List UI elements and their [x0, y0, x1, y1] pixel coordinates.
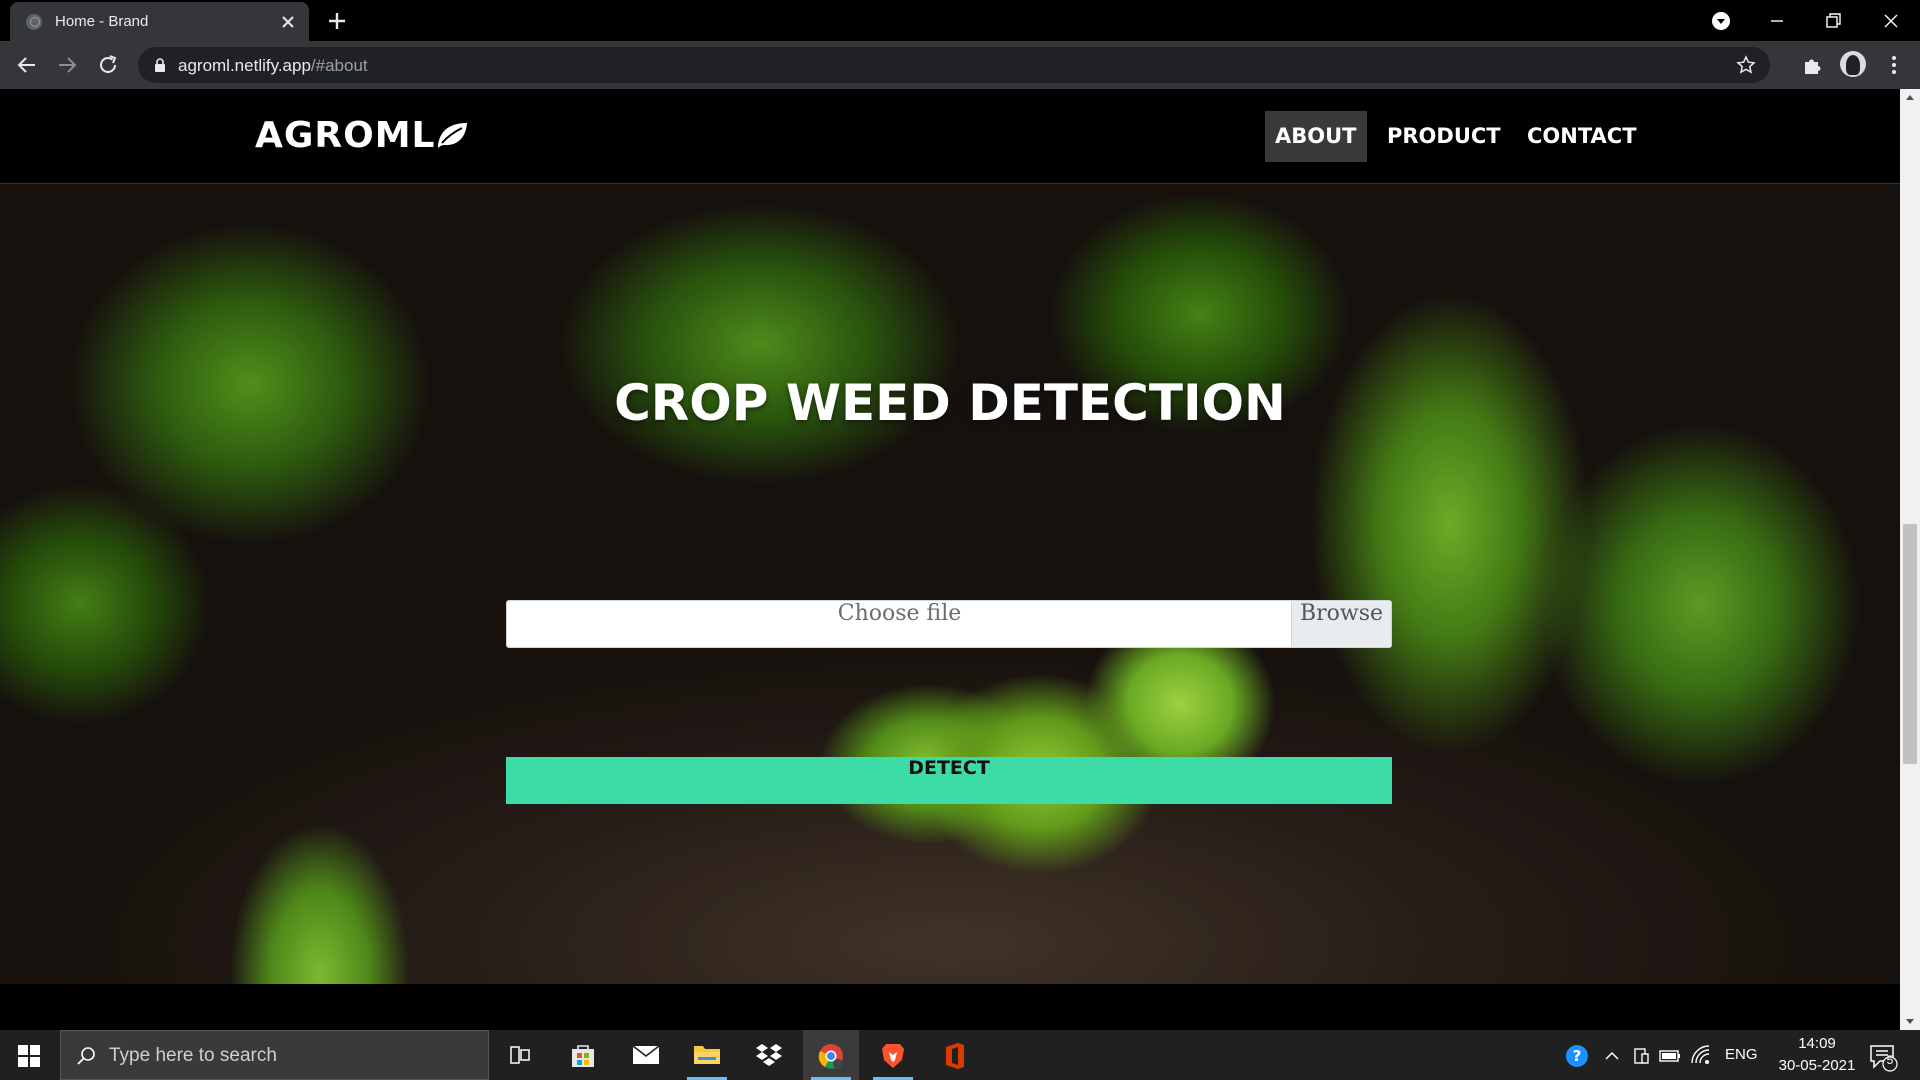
browser-tab[interactable]: Home - Brand — [10, 2, 309, 41]
file-explorer-button[interactable] — [679, 1030, 735, 1080]
mail-envelope-icon — [632, 1045, 660, 1064]
device-icon[interactable] — [1630, 1045, 1652, 1067]
dropbox-icon — [756, 1044, 782, 1066]
extensions-puzzle-icon[interactable] — [1800, 53, 1824, 77]
address-bar[interactable]: agroml.netlify.app/#about — [138, 47, 1770, 83]
office-button[interactable] — [927, 1030, 983, 1080]
brave-lion-icon — [882, 1044, 904, 1068]
nav-product[interactable]: PRODUCT — [1377, 111, 1511, 162]
task-view-icon — [510, 1046, 530, 1064]
hero-section: CROP WEED DETECTION Choose file Browse D… — [0, 184, 1900, 984]
profile-avatar[interactable] — [1840, 51, 1866, 77]
brave-button[interactable] — [865, 1030, 921, 1080]
office-icon — [946, 1043, 964, 1069]
search-icon — [77, 1047, 95, 1065]
help-icon[interactable]: ? — [1564, 1043, 1590, 1069]
svg-text:?: ? — [1573, 1047, 1582, 1065]
reload-icon[interactable] — [96, 53, 120, 77]
detect-button[interactable]: DETECT — [506, 757, 1392, 804]
folder-icon — [694, 1046, 720, 1064]
browser-toolbar: agroml.netlify.app/#about — [0, 41, 1920, 89]
wifi-icon[interactable] — [1690, 1045, 1712, 1067]
bookmark-star-icon[interactable] — [1736, 55, 1756, 75]
url-path: /#about — [310, 56, 368, 75]
url-text[interactable]: agroml.netlify.app/#about — [178, 56, 368, 76]
store-bag-icon — [572, 1045, 594, 1067]
microsoft-store-button[interactable] — [555, 1030, 611, 1080]
clock-date[interactable]: 30-05-2021 — [1768, 1057, 1866, 1074]
tab-title: Home - Brand — [55, 13, 149, 30]
windows-taskbar: Type here to search ? ENG 14:09 30-05-20… — [0, 1030, 1920, 1080]
input-language[interactable]: ENG — [1725, 1046, 1758, 1063]
profile-menu-icon[interactable] — [1708, 8, 1734, 34]
clock-time[interactable]: 14:09 — [1792, 1035, 1842, 1052]
chrome-icon — [818, 1044, 843, 1069]
taskbar-search-box[interactable]: Type here to search — [60, 1030, 489, 1080]
globe-icon — [26, 14, 42, 30]
scrollbar-thumb[interactable] — [1903, 524, 1917, 764]
browser-tab-bar: Home - Brand — [0, 0, 1920, 41]
nav-contact[interactable]: CONTACT — [1517, 111, 1647, 162]
forward-icon[interactable] — [55, 53, 79, 77]
leaf-icon — [438, 123, 467, 148]
lock-icon[interactable] — [152, 57, 168, 73]
browse-button[interactable]: Browse — [1291, 601, 1391, 647]
scroll-up-arrow-icon[interactable] — [1906, 95, 1914, 100]
taskbar-search-placeholder: Type here to search — [109, 1045, 277, 1066]
close-tab-icon[interactable] — [278, 12, 298, 32]
nav-about[interactable]: ABOUT — [1265, 111, 1367, 162]
task-view-button[interactable] — [492, 1030, 548, 1080]
back-icon[interactable] — [15, 53, 39, 77]
file-upload-input[interactable]: Choose file Browse — [506, 600, 1392, 648]
page-viewport: AGROML ABOUT PRODUCT CONTACT CROP WEED D… — [0, 89, 1900, 1030]
show-hidden-icons-chevron-icon[interactable] — [1601, 1045, 1623, 1067]
new-tab-icon[interactable] — [325, 9, 349, 33]
chrome-button[interactable] — [803, 1030, 859, 1080]
minimize-icon[interactable] — [1764, 8, 1790, 34]
restore-icon[interactable] — [1820, 8, 1846, 34]
url-host: agroml.netlify.app — [178, 56, 311, 75]
close-window-icon[interactable] — [1878, 8, 1904, 34]
page-footer-area — [0, 984, 1900, 1030]
dropbox-button[interactable] — [741, 1030, 797, 1080]
page-title: CROP WEED DETECTION — [614, 374, 1286, 432]
page-scrollbar[interactable] — [1900, 89, 1920, 1030]
battery-icon[interactable] — [1659, 1045, 1681, 1067]
browser-menu-icon[interactable] — [1882, 53, 1906, 77]
brand-logo-text[interactable]: AGROML — [255, 115, 436, 156]
site-navbar: AGROML ABOUT PRODUCT CONTACT — [0, 89, 1900, 184]
scroll-down-arrow-icon[interactable] — [1906, 1019, 1914, 1024]
notification-count-badge: 5 — [1886, 1053, 1894, 1067]
windows-start-icon[interactable] — [18, 1045, 40, 1067]
file-input-placeholder[interactable]: Choose file — [507, 601, 1292, 647]
mail-button[interactable] — [617, 1030, 673, 1080]
hero-background-image — [0, 184, 1900, 984]
